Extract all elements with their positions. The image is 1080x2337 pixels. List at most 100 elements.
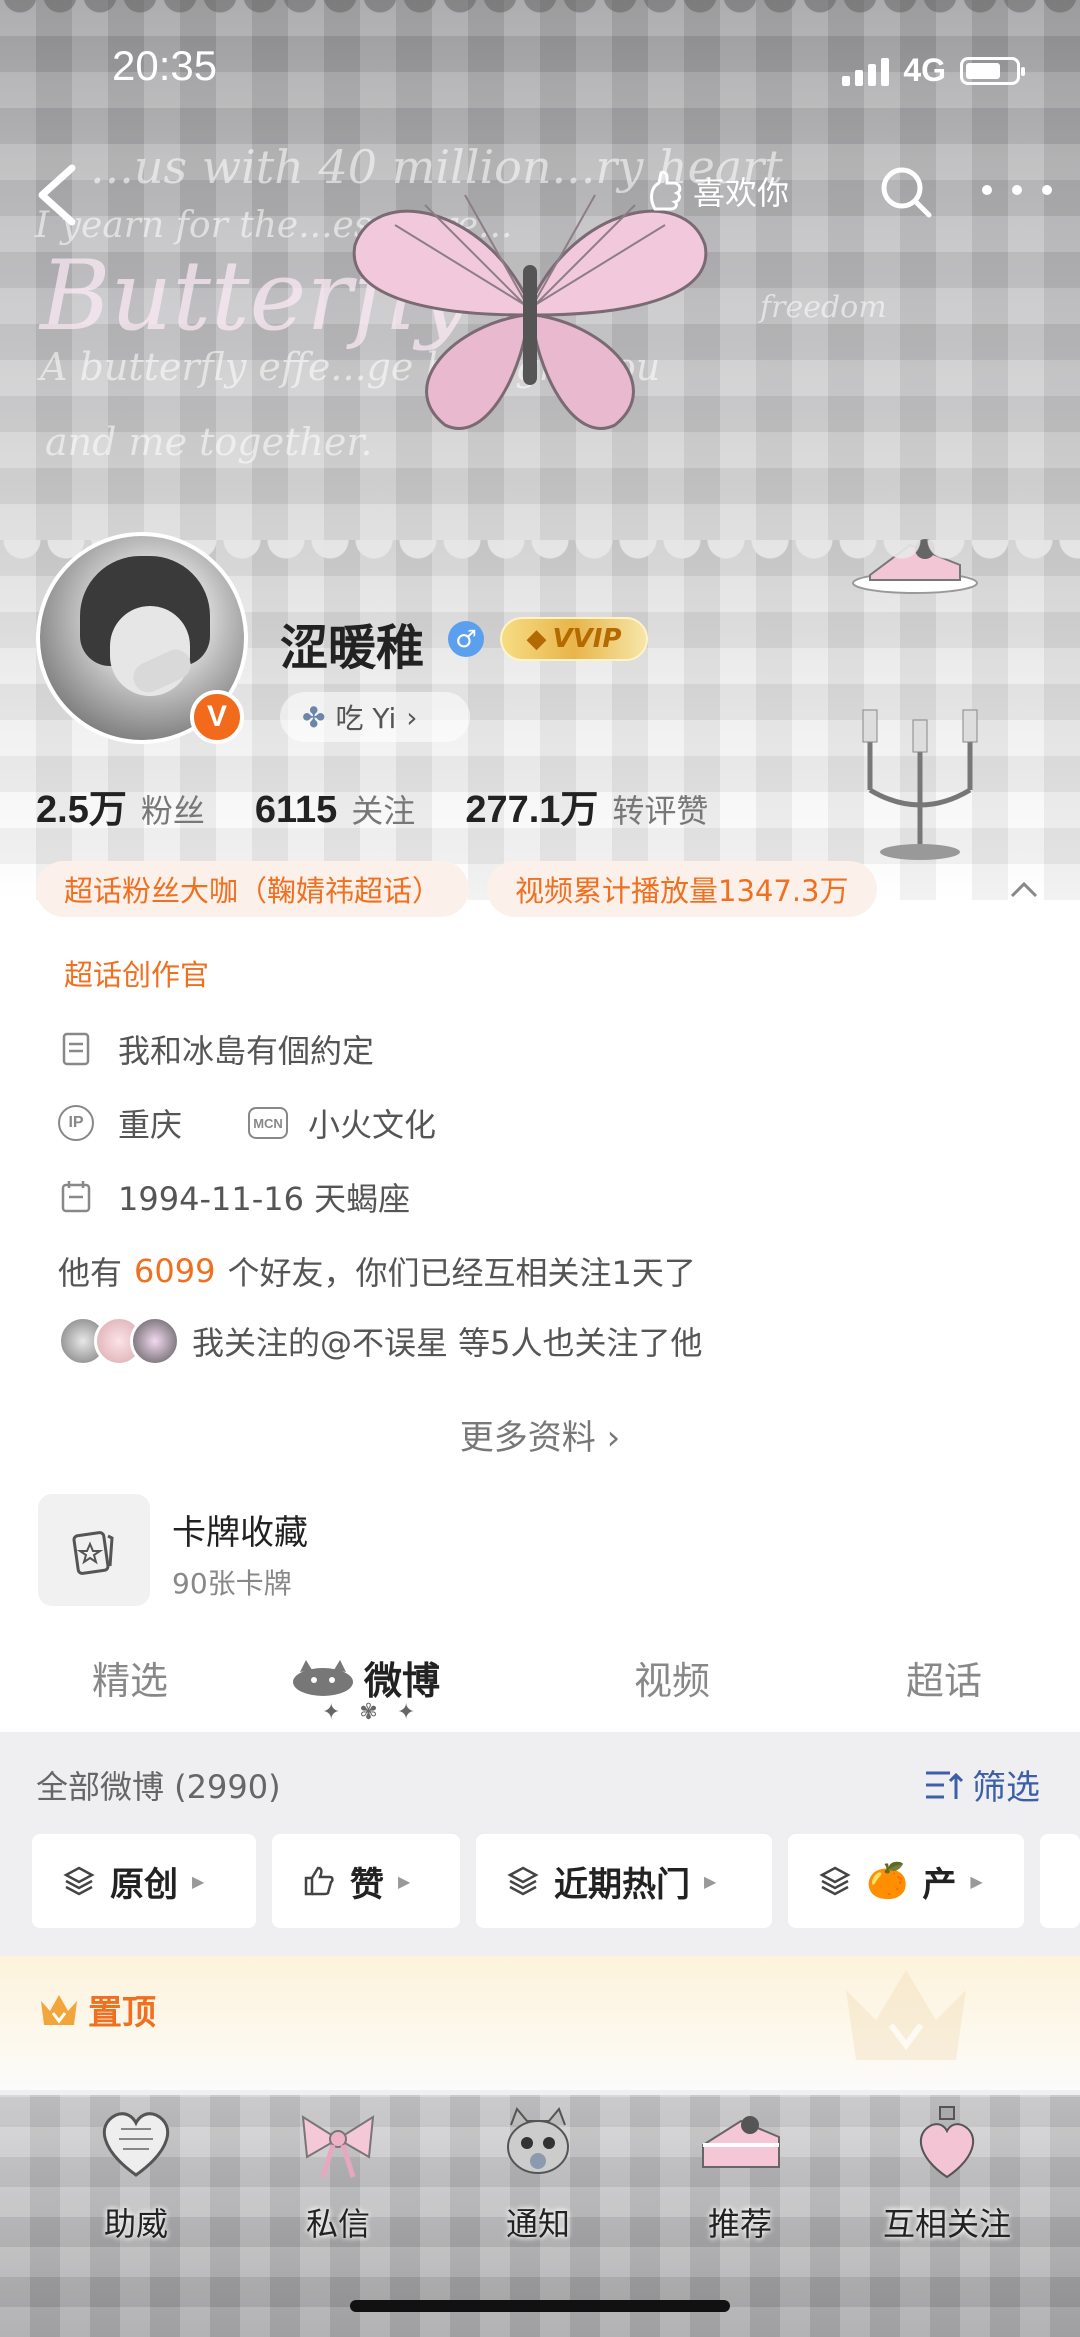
friends-count[interactable]: 6099 (134, 1252, 215, 1290)
search-icon[interactable] (877, 163, 935, 221)
caret-right-icon: ▶ (704, 1871, 717, 1891)
bottom-label: 助威 (103, 2205, 168, 2243)
orange-emoji-icon: 🍊 (866, 1861, 909, 1901)
friends-prefix: 他有 (58, 1254, 123, 1292)
chevron-right-icon: › (406, 700, 418, 734)
tab-video[interactable]: 视频 (634, 1650, 710, 1705)
cat-icon (293, 1659, 353, 1696)
bottom-recommend-button[interactable]: 推荐 (660, 2105, 820, 2245)
chevron-up-icon[interactable] (1006, 872, 1042, 908)
card-star-icon (72, 1531, 114, 1575)
lace-heart-icon (102, 2112, 170, 2177)
feed-header: 全部微博 (2990) (36, 1768, 281, 1806)
username: 涩暖稚 (280, 620, 425, 676)
chip-recent-hot[interactable]: 近期热门 ▶ (476, 1834, 772, 1928)
tab-supertopic[interactable]: 超话 (906, 1650, 982, 1705)
more-info-link[interactable]: 更多资料 › (0, 1410, 1080, 1459)
stat-reposts-likes[interactable]: 277.1万 转评赞 (465, 778, 708, 833)
calendar-icon (61, 1181, 91, 1213)
filter-button[interactable]: 筛选 (924, 1760, 1040, 1809)
honor-badges: 超话粉丝大咖（鞠婧祎超话） 视频累计播放量1347.3万 (36, 861, 877, 917)
vip-badge[interactable]: ◆ VVIP (500, 617, 648, 661)
bio-row: 我和冰島有個約定 (58, 1026, 374, 1072)
tab-active-decoration: ✦ ✾ ✦ (322, 1700, 422, 1725)
status-indicators: 4G (842, 52, 1025, 89)
verified-badge-icon: V (190, 690, 244, 744)
stat-followers[interactable]: 2.5万 粉丝 (36, 778, 205, 833)
chip-likes[interactable]: 赞 ▶ (272, 1834, 460, 1928)
stat-value: 2.5万 (36, 789, 127, 831)
document-icon (62, 1032, 90, 1066)
stat-following[interactable]: 6115 关注 (255, 786, 415, 832)
bottom-notification-button[interactable]: 通知 (458, 2105, 618, 2245)
thumbs-up-icon (304, 1866, 334, 1896)
chip-product[interactable]: 🍊 产 ▶ (788, 1834, 1024, 1928)
tab-weibo-label: 微博 (364, 1659, 441, 1703)
birthday-text: 1994-11-16 天蝎座 (118, 1180, 411, 1218)
stat-label: 关注 (351, 792, 416, 830)
card-collection-subtitle: 90张卡牌 (172, 1567, 292, 1600)
friends-row: 他有 6099 个好友，你们已经互相关注1天了 (58, 1248, 696, 1294)
battery-icon (960, 56, 1025, 85)
chip-overflow[interactable] (1040, 1834, 1080, 1928)
stat-value: 6115 (254, 789, 338, 831)
layers-icon (507, 1866, 539, 1896)
bottom-mutual-follow-button[interactable]: 互相关注 (862, 2105, 1032, 2245)
location-row: IP 重庆 MCN 小火文化 (58, 1100, 436, 1146)
profile-banner: ...us with 40 million...ry heart I yearn… (0, 0, 1080, 900)
caret-right-icon: ▶ (398, 1871, 411, 1891)
pinned-label: 置顶 (88, 1993, 156, 2033)
honor-badge-creator[interactable]: 超话创作官 (36, 945, 238, 1001)
profile-stats: 2.5万 粉丝 6115 关注 277.1万 转评赞 (36, 778, 758, 833)
banner-script-line: and me together. (45, 420, 373, 464)
back-arrow-icon[interactable] (28, 160, 88, 230)
bio-text: 我和冰島有個約定 (118, 1032, 375, 1070)
crown-watermark-icon (846, 1970, 966, 2060)
mutual-follow-row[interactable]: 我关注的@不误星 等5人也关注了他 (58, 1316, 703, 1366)
chip-label: 赞 (350, 1864, 384, 1905)
friends-suffix: 个好友，你们已经互相关注1天了 (227, 1254, 696, 1292)
home-indicator[interactable] (350, 2300, 730, 2312)
bottom-label: 互相关注 (882, 2205, 1011, 2243)
like-you-button[interactable]: 喜欢你 (645, 162, 789, 220)
chip-label: 产 (922, 1864, 957, 1905)
caret-right-icon: ▶ (970, 1871, 983, 1891)
like-hand-icon (650, 170, 682, 211)
card-collection-icon[interactable] (38, 1494, 150, 1606)
birthday-row: 1994-11-16 天蝎座 (58, 1174, 410, 1220)
cake-icon (702, 2116, 780, 2168)
tab-selected[interactable]: 精选 (92, 1650, 168, 1705)
vip-label: VVIP (552, 624, 622, 654)
more-options-icon[interactable] (982, 170, 1052, 210)
layers-icon (63, 1866, 95, 1896)
chip-label: 原创 (110, 1864, 178, 1905)
bottom-cheer-button[interactable]: 助威 (56, 2105, 216, 2245)
honor-badge-supertopic-fan[interactable]: 超话粉丝大咖（鞠婧祎超话） (36, 861, 470, 917)
perfume-bottle-icon (919, 2106, 975, 2179)
banner-script-line: freedom (760, 290, 887, 325)
bow-icon (301, 2115, 375, 2178)
male-gender-icon: ♂ (448, 621, 484, 657)
filter-sort-icon (926, 1771, 964, 1799)
caret-right-icon: ▶ (192, 1871, 205, 1891)
mutual-avatars (58, 1316, 180, 1366)
clover-icon: ✤ (302, 700, 326, 734)
mcn-text: 小火文化 (308, 1106, 437, 1144)
bottom-message-button[interactable]: 私信 (258, 2105, 418, 2245)
card-collection-title[interactable]: 卡牌收藏 (172, 1505, 308, 1554)
pinned-label-row: 置顶 (38, 1985, 156, 2034)
stat-label: 粉丝 (140, 792, 205, 830)
diamond-icon: ◆ (526, 624, 547, 654)
tab-weibo[interactable]: 微博 (290, 1650, 440, 1705)
like-you-label: 喜欢你 (693, 174, 790, 212)
cat-mascot-icon (507, 2107, 569, 2174)
layers-icon (819, 1866, 851, 1896)
fan-tag-pill[interactable]: ✤ 吃 Yi › (280, 692, 470, 742)
bottom-label: 推荐 (707, 2205, 772, 2243)
signal-icon (842, 56, 890, 86)
bottom-label: 私信 (305, 2205, 370, 2243)
chip-label: 近期热门 (554, 1864, 690, 1905)
chip-original[interactable]: 原创 ▶ (32, 1834, 256, 1928)
stat-label: 转评赞 (612, 792, 709, 830)
honor-badge-video-plays[interactable]: 视频累计播放量1347.3万 (487, 861, 877, 917)
